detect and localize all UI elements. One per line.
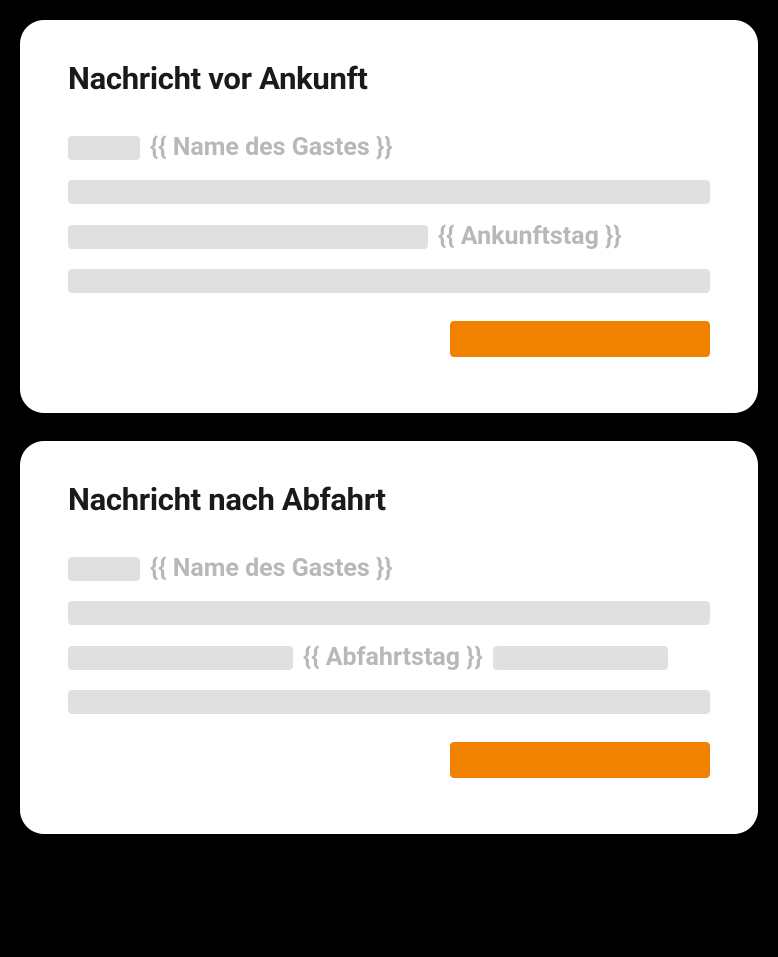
arrival-day-variable: {{ Ankunftstag }} bbox=[438, 222, 622, 251]
text-placeholder bbox=[68, 690, 710, 714]
arrival-message-card: Nachricht vor Ankunft {{ Name des Gastes… bbox=[20, 20, 758, 413]
text-placeholder bbox=[68, 136, 140, 160]
template-line bbox=[68, 690, 710, 714]
text-placeholder bbox=[68, 269, 710, 293]
arrival-action-button[interactable] bbox=[450, 321, 710, 357]
guest-name-variable: {{ Name des Gastes }} bbox=[150, 133, 392, 162]
departure-message-card: Nachricht nach Abfahrt {{ Name des Gaste… bbox=[20, 441, 758, 834]
text-placeholder bbox=[68, 225, 428, 249]
template-line bbox=[68, 269, 710, 293]
departure-card-title: Nachricht nach Abfahrt bbox=[68, 481, 710, 518]
departure-template-content: {{ Name des Gastes }} {{ Abfahrtstag }} bbox=[68, 554, 710, 714]
template-line bbox=[68, 601, 710, 625]
departure-day-variable: {{ Abfahrtstag }} bbox=[303, 643, 483, 672]
arrival-template-content: {{ Name des Gastes }} {{ Ankunftstag }} bbox=[68, 133, 710, 293]
text-placeholder bbox=[493, 646, 668, 670]
text-placeholder bbox=[68, 601, 710, 625]
template-line: {{ Name des Gastes }} bbox=[68, 554, 710, 583]
template-line: {{ Name des Gastes }} bbox=[68, 133, 710, 162]
template-line: {{ Ankunftstag }} bbox=[68, 222, 710, 251]
text-placeholder bbox=[68, 557, 140, 581]
guest-name-variable: {{ Name des Gastes }} bbox=[150, 554, 392, 583]
arrival-card-title: Nachricht vor Ankunft bbox=[68, 60, 710, 97]
template-line bbox=[68, 180, 710, 204]
departure-action-button[interactable] bbox=[450, 742, 710, 778]
text-placeholder bbox=[68, 180, 710, 204]
template-line: {{ Abfahrtstag }} bbox=[68, 643, 710, 672]
text-placeholder bbox=[68, 646, 293, 670]
